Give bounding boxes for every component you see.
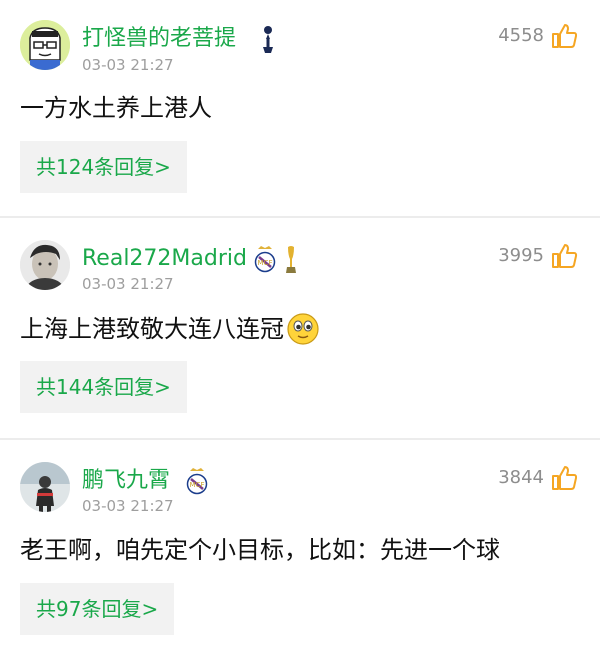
tottenham-badge-icon [263,26,273,53]
comment-text: 上海上港致敬大连八连冠 [20,312,320,346]
thumbs-up-icon [552,24,578,48]
like-count: 3844 [498,467,544,488]
user-badges [258,24,278,56]
thumbs-up-icon [552,466,578,490]
username[interactable]: 打怪兽的老菩提 [82,25,236,53]
comment-text: 老王啊，咱先定个小目标，比如：先进一个球 [20,534,500,566]
svg-text:MCF: MCF [190,481,205,489]
timestamp: 03-03 21:27 [82,497,174,515]
comment-item: Real272Madrid MCF 03-03 21:27 3995 上海上港致… [0,218,600,438]
svg-text:MCF: MCF [258,259,273,267]
comment-item: 鹏飞九霄 MCF 03-03 21:27 3844 老王啊，咱先定个小目标，比如… [0,440,600,662]
username[interactable]: Real272Madrid [82,245,247,273]
like-button[interactable]: 4558 [498,22,578,50]
like-button[interactable]: 3844 [498,464,578,492]
comment-body: 上海上港致敬大连八连冠 [20,315,284,343]
thumbs-up-icon [552,244,578,268]
comment-text: 一方水土养上港人 [20,92,212,124]
user-badges: MCF [254,244,298,276]
view-replies-button[interactable]: 共124条回复> [20,141,187,193]
view-replies-button[interactable]: 共97条回复> [20,583,175,635]
trophy-badge-icon [286,246,296,273]
avatar[interactable] [20,462,70,512]
photo-avatar-icon [20,240,70,290]
avatar[interactable] [20,240,70,290]
cartoon-avatar-icon [20,20,70,70]
real-madrid-badge-icon: MCF [254,246,276,273]
username[interactable]: 鹏飞九霄 [82,467,170,495]
comment-item: 打怪兽的老菩提 03-03 21:27 4558 一方水土养上港人 共124条回… [0,0,600,216]
like-count: 4558 [498,25,544,46]
comment-body: 老王啊，咱先定个小目标，比如：先进一个球 [20,536,500,564]
smiley-emoji-icon [287,313,319,345]
timestamp: 03-03 21:27 [82,275,174,293]
timestamp: 03-03 21:27 [82,56,174,74]
real-madrid-badge-icon: MCF [186,468,208,495]
avatar[interactable] [20,20,70,70]
photo-avatar-icon [20,462,70,512]
view-replies-button[interactable]: 共144条回复> [20,361,187,413]
comment-body: 一方水土养上港人 [20,94,212,122]
like-count: 3995 [498,245,544,266]
user-badges: MCF [186,466,208,498]
like-button[interactable]: 3995 [498,242,578,270]
